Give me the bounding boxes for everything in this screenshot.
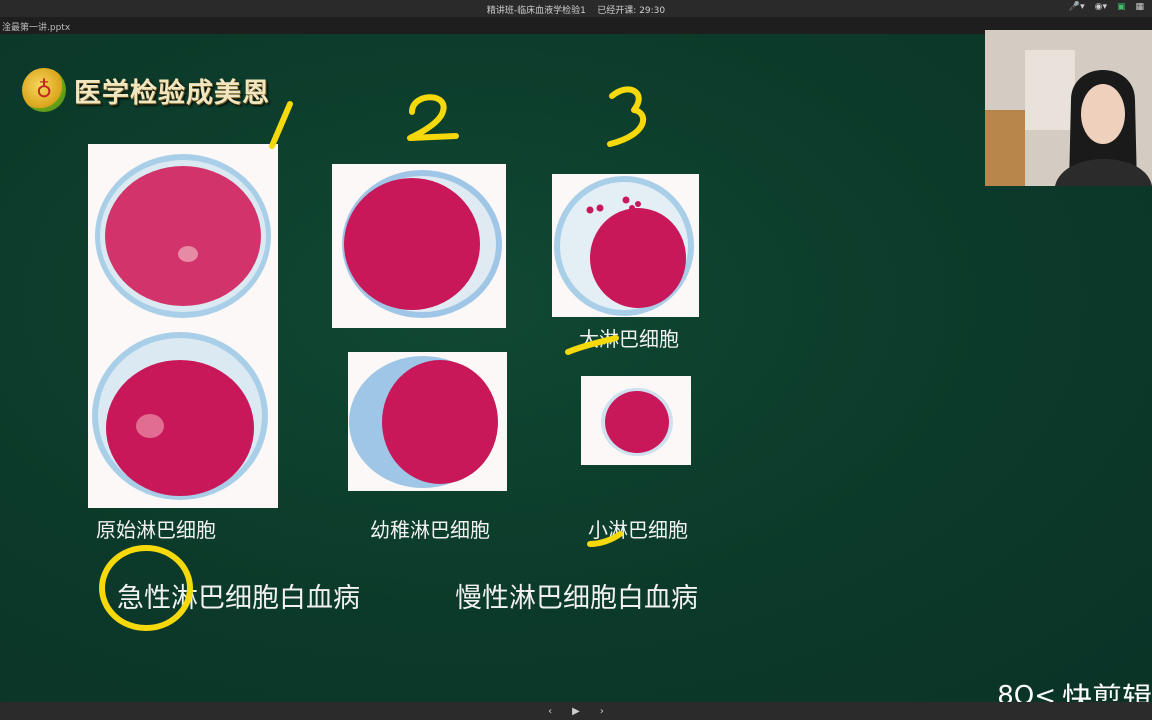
microphone-icon[interactable]: 🎤▾ <box>1069 2 1085 12</box>
annotation-number-1: 1 <box>276 98 277 100</box>
lymphoblast-cells-drawing <box>92 154 271 500</box>
app-title-bar: 精讲班-临床血液学检验1 已经开课: 29:30 🎤▾ ◉▾ ▣ ▦ <box>0 0 1152 17</box>
label-acute-lymphocytic-leukemia: 急性淋巴细胞白血病 <box>117 583 360 614</box>
title-bar-controls: 🎤▾ ◉▾ ▣ ▦ <box>1069 2 1144 12</box>
annotation-number-2: 2 <box>416 98 417 100</box>
next-slide-icon[interactable]: › <box>600 706 604 717</box>
screen-share-icon[interactable]: ▣ <box>1117 2 1126 12</box>
presenter-video-frame <box>985 30 1152 186</box>
logo-emblem-icon: ♁ <box>22 68 66 112</box>
presenter-webcam <box>985 30 1152 186</box>
class-timer: 已经开课: 29:30 <box>597 6 666 16</box>
prolymphocyte-image-bottom <box>348 352 507 491</box>
window-title: 精讲班-临床血液学检验1 <box>486 6 586 16</box>
prolymphocyte-image-top <box>332 164 506 328</box>
window-title-area: 精讲班-临床血液学检验1 已经开课: 29:30 <box>0 3 1152 16</box>
small-lymphocyte-drawing <box>601 388 673 456</box>
grid-view-icon[interactable]: ▦ <box>1135 2 1144 12</box>
slide-navigation-bar: ‹ ▶ › <box>0 702 1152 720</box>
brand-logo: ♁ 医学检验成美恩 <box>22 68 270 112</box>
play-icon[interactable]: ▶ <box>572 706 580 717</box>
annotation-number-3: 3 <box>616 98 617 100</box>
logo-text: 医学检验成美恩 <box>74 77 270 109</box>
lymphoblast-image <box>88 144 278 508</box>
presentation-slide: ♁ 医学检验成美恩 原始淋巴细胞 幼稚淋巴细胞 大淋巴细胞 小淋巴细胞 急性淋巴… <box>0 34 1152 717</box>
label-large-lymphocyte: 大淋巴细胞 <box>579 327 679 351</box>
prolymphocyte-drawing-bottom <box>349 356 498 488</box>
previous-slide-icon[interactable]: ‹ <box>548 706 552 717</box>
large-lymphocyte-drawing <box>554 176 694 316</box>
document-tab[interactable]: 淦最第一讲.pptx <box>2 23 70 33</box>
label-lymphoblast: 原始淋巴细胞 <box>96 518 216 542</box>
small-lymphocyte-image <box>581 376 691 465</box>
camera-icon[interactable]: ◉▾ <box>1095 2 1107 12</box>
large-lymphocyte-image <box>552 174 699 317</box>
prolymphocyte-drawing-top <box>342 170 502 318</box>
label-small-lymphocyte: 小淋巴细胞 <box>588 518 688 542</box>
document-tab-bar: 淦最第一讲.pptx <box>0 17 1152 34</box>
label-prolymphocyte: 幼稚淋巴细胞 <box>370 518 490 542</box>
label-chronic-lymphocytic-leukemia: 慢性淋巴细胞白血病 <box>455 583 698 614</box>
